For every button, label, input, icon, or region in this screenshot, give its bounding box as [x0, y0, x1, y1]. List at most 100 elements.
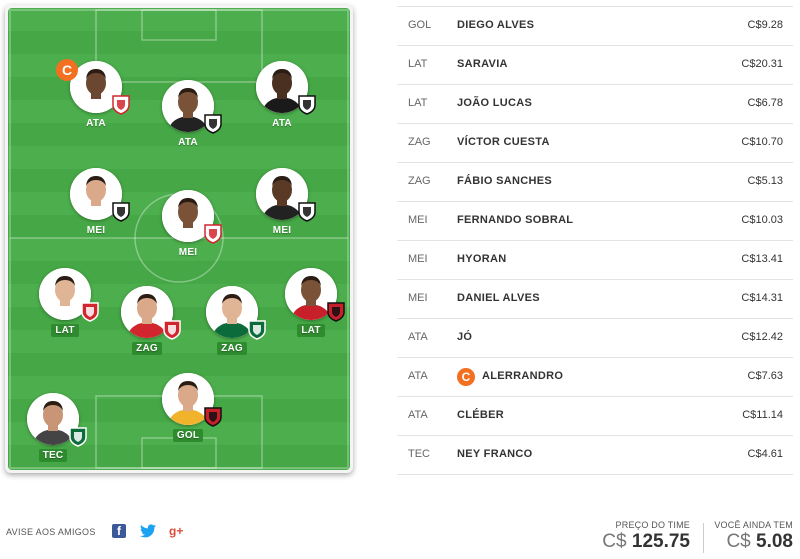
roster-player-name: JOÃO LUCAS — [457, 97, 533, 109]
player-avatar-wrap — [162, 190, 222, 244]
roster-player-price: C$6.78 — [747, 97, 783, 109]
team-crest-icon — [296, 93, 318, 115]
player-avatar-wrap — [39, 268, 99, 322]
player-position-label: ZAG — [132, 342, 162, 355]
roster-player-price: C$7.63 — [747, 370, 783, 382]
roster-player-price: C$14.31 — [741, 292, 783, 304]
remaining-currency: C$ — [726, 531, 751, 552]
player-position-label: MEI — [272, 225, 292, 236]
player-position-label: GOL — [172, 429, 204, 442]
player-position-label: MEI — [178, 247, 198, 258]
roster-row[interactable]: MEI DANIEL ALVES C$14.31 — [397, 280, 793, 319]
roster-player-name: FERNANDO SOBRAL — [457, 214, 574, 226]
team-price-label: PREÇO DO TIME — [615, 520, 690, 530]
roster-player-name: HYORAN — [457, 253, 507, 265]
team-crest-icon — [79, 300, 101, 322]
player-position-label: ZAG — [217, 342, 247, 355]
roster-row[interactable]: ZAG FÁBIO SANCHES C$5.13 — [397, 163, 793, 202]
remaining-value: 5.08 — [756, 531, 793, 552]
roster-position: ZAG — [408, 136, 431, 148]
field-player-ata[interactable]: C ATA — [56, 59, 131, 131]
field-player-mei[interactable]: MEI — [247, 168, 317, 238]
team-crest-icon — [110, 93, 132, 115]
roster-position: LAT — [408, 97, 428, 109]
player-position-label: ATA — [272, 118, 292, 129]
team-crest-icon — [296, 200, 318, 222]
player-avatar-wrap — [256, 61, 316, 115]
player-avatar-wrap — [70, 168, 130, 222]
roster-position: LAT — [408, 58, 428, 70]
player-avatar-wrap — [285, 268, 345, 322]
field-player-gol[interactable]: GOL — [153, 373, 223, 443]
roster-player-name: DANIEL ALVES — [457, 292, 540, 304]
roster-position: GOL — [408, 19, 432, 31]
twitter-icon[interactable] — [140, 524, 156, 538]
player-avatar-wrap: C — [56, 59, 130, 115]
facebook-icon[interactable]: f — [112, 524, 126, 538]
team-crest-icon — [202, 405, 224, 427]
field-player-ata[interactable]: ATA — [153, 80, 223, 150]
field-player-tec[interactable]: TEC — [18, 393, 88, 463]
roster-row[interactable]: ATA C ALERRANDRO C$7.63 — [397, 358, 793, 397]
roster-row[interactable]: ZAG VÍCTOR CUESTA C$10.70 — [397, 124, 793, 163]
roster-player-price: C$13.41 — [741, 253, 783, 265]
roster-player-name: VÍCTOR CUESTA — [457, 136, 550, 148]
roster-player-price: C$5.13 — [747, 175, 783, 187]
captain-badge-icon: C — [457, 368, 475, 386]
player-avatar-wrap — [206, 286, 266, 340]
player-position-label: LAT — [297, 324, 325, 337]
roster-row[interactable]: GOL DIEGO ALVES C$9.28 — [397, 6, 793, 46]
footer-divider — [703, 523, 704, 553]
lineup-field-card: C ATA ATA ATA MEI MEI MEI LAT ZAG ZAG LAT GOL TEC — [5, 5, 353, 473]
roster-player-price: C$4.61 — [747, 448, 783, 460]
player-avatar-wrap — [162, 373, 222, 427]
roster-position: ATA — [408, 409, 428, 421]
field-player-lat[interactable]: LAT — [30, 268, 100, 338]
team-crest-icon — [202, 222, 224, 244]
roster-position: ZAG — [408, 175, 431, 187]
roster-position: MEI — [408, 253, 428, 265]
team-crest-icon — [325, 300, 347, 322]
roster-player-name: ALERRANDRO — [482, 370, 564, 382]
team-price: PREÇO DO TIME C$ 125.75 — [602, 520, 690, 553]
team-crest-icon — [67, 425, 89, 447]
player-position-label: LAT — [51, 324, 79, 337]
remaining-label: VOCÊ AINDA TEM — [714, 520, 793, 530]
captain-badge-icon: C — [56, 59, 78, 81]
roster-player-name: DIEGO ALVES — [457, 19, 535, 31]
field-player-zag[interactable]: ZAG — [197, 286, 267, 356]
roster-row[interactable]: TEC NEY FRANCO C$4.61 — [397, 436, 793, 475]
player-position-label: ATA — [178, 137, 198, 148]
player-position-label: MEI — [86, 225, 106, 236]
field-player-lat[interactable]: LAT — [276, 268, 346, 338]
field-player-mei[interactable]: MEI — [153, 190, 223, 260]
roster-row[interactable]: LAT JOÃO LUCAS C$6.78 — [397, 85, 793, 124]
roster-position: TEC — [408, 448, 430, 460]
roster-row[interactable]: MEI FERNANDO SOBRAL C$10.03 — [397, 202, 793, 241]
roster-row[interactable]: MEI HYORAN C$13.41 — [397, 241, 793, 280]
googleplus-icon[interactable]: g+ — [169, 524, 183, 538]
roster-row[interactable]: ATA CLÉBER C$11.14 — [397, 397, 793, 436]
team-price-currency: C$ — [602, 531, 627, 552]
field-player-mei[interactable]: MEI — [61, 168, 131, 238]
roster-player-name: SARAVIA — [457, 58, 508, 70]
remaining-balance: VOCÊ AINDA TEM C$ 5.08 — [714, 520, 793, 553]
roster-list: GOL DIEGO ALVES C$9.28 LAT SARAVIA C$20.31 LAT… — [397, 6, 793, 475]
field-player-zag[interactable]: ZAG — [112, 286, 182, 356]
roster-player-price: C$11.14 — [742, 409, 783, 421]
roster-player-price: C$10.70 — [741, 136, 783, 148]
team-crest-icon — [202, 112, 224, 134]
roster-position: MEI — [408, 214, 428, 226]
player-avatar-wrap — [121, 286, 181, 340]
roster-player-price: C$20.31 — [741, 58, 783, 70]
team-crest-icon — [246, 318, 268, 340]
roster-row[interactable]: ATA JÓ C$12.42 — [397, 319, 793, 358]
roster-player-name: NEY FRANCO — [457, 448, 533, 460]
roster-player-name: FÁBIO SANCHES — [457, 175, 552, 187]
player-position-label: ATA — [86, 118, 106, 129]
player-avatar-wrap — [27, 393, 87, 447]
soccer-pitch: C ATA ATA ATA MEI MEI MEI LAT ZAG ZAG LAT GOL TEC — [8, 8, 350, 470]
roster-row[interactable]: LAT SARAVIA C$20.31 — [397, 46, 793, 85]
roster-player-price: C$9.28 — [747, 19, 783, 31]
field-player-ata[interactable]: ATA — [247, 61, 317, 131]
